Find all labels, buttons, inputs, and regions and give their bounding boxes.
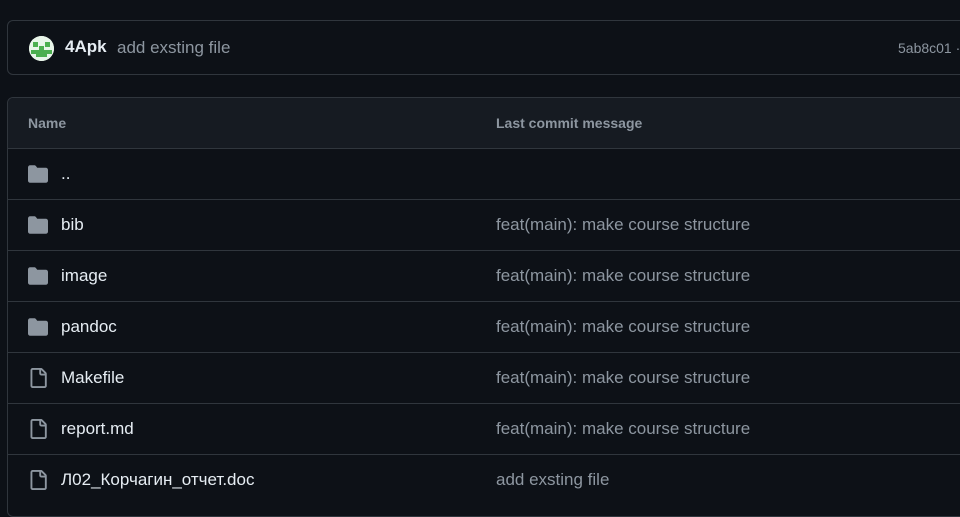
- folder-icon: [28, 266, 48, 286]
- file-row[interactable]: ..: [8, 149, 960, 200]
- file-commit-message-link[interactable]: feat(main): make course structure: [496, 215, 750, 235]
- file-commit-message-link[interactable]: feat(main): make course structure: [496, 368, 750, 388]
- author-avatar[interactable]: [29, 36, 54, 61]
- commit-sha-link[interactable]: 5ab8c01 ·: [898, 40, 960, 56]
- file-name-link[interactable]: image: [61, 266, 107, 286]
- file-commit-message-link[interactable]: feat(main): make course structure: [496, 266, 750, 286]
- file-list-table: Name Last commit message .. bib feat(main)…: [7, 97, 960, 517]
- file-row[interactable]: report.md feat(main): make course structu…: [8, 404, 960, 455]
- file-commit-message-link[interactable]: feat(main): make course structure: [496, 419, 750, 439]
- file-commit-message-link[interactable]: feat(main): make course structure: [496, 317, 750, 337]
- file-row[interactable]: Л02_Корчагин_отчет.doc add exsting file: [8, 455, 960, 506]
- file-name-link[interactable]: ..: [61, 164, 70, 184]
- file-icon: [28, 419, 48, 439]
- folder-icon: [28, 215, 48, 235]
- file-row[interactable]: image feat(main): make course structure: [8, 251, 960, 302]
- file-row[interactable]: pandoc feat(main): make course structure: [8, 302, 960, 353]
- file-row[interactable]: Makefile feat(main): make course structur…: [8, 353, 960, 404]
- commit-author-link[interactable]: 4Apk: [65, 37, 107, 57]
- file-name-link[interactable]: Л02_Корчагин_отчет.doc: [61, 470, 254, 490]
- file-name-link[interactable]: report.md: [61, 419, 134, 439]
- file-icon: [28, 368, 48, 388]
- file-commit-message-link[interactable]: add exsting file: [496, 470, 609, 490]
- last-commit-message-column-header: Last commit message: [496, 115, 643, 131]
- name-column-header: Name: [28, 115, 67, 131]
- table-header: Name Last commit message: [8, 98, 960, 149]
- file-name-link[interactable]: pandoc: [61, 317, 117, 337]
- latest-commit-bar: 4Apk add exsting file 5ab8c01 ·: [7, 20, 960, 75]
- commit-message-link[interactable]: add exsting file: [117, 38, 230, 58]
- folder-icon: [28, 317, 48, 337]
- folder-icon: [28, 164, 48, 184]
- file-row[interactable]: bib feat(main): make course structure: [8, 200, 960, 251]
- file-icon: [28, 470, 48, 490]
- file-name-link[interactable]: Makefile: [61, 368, 124, 388]
- file-name-link[interactable]: bib: [61, 215, 84, 235]
